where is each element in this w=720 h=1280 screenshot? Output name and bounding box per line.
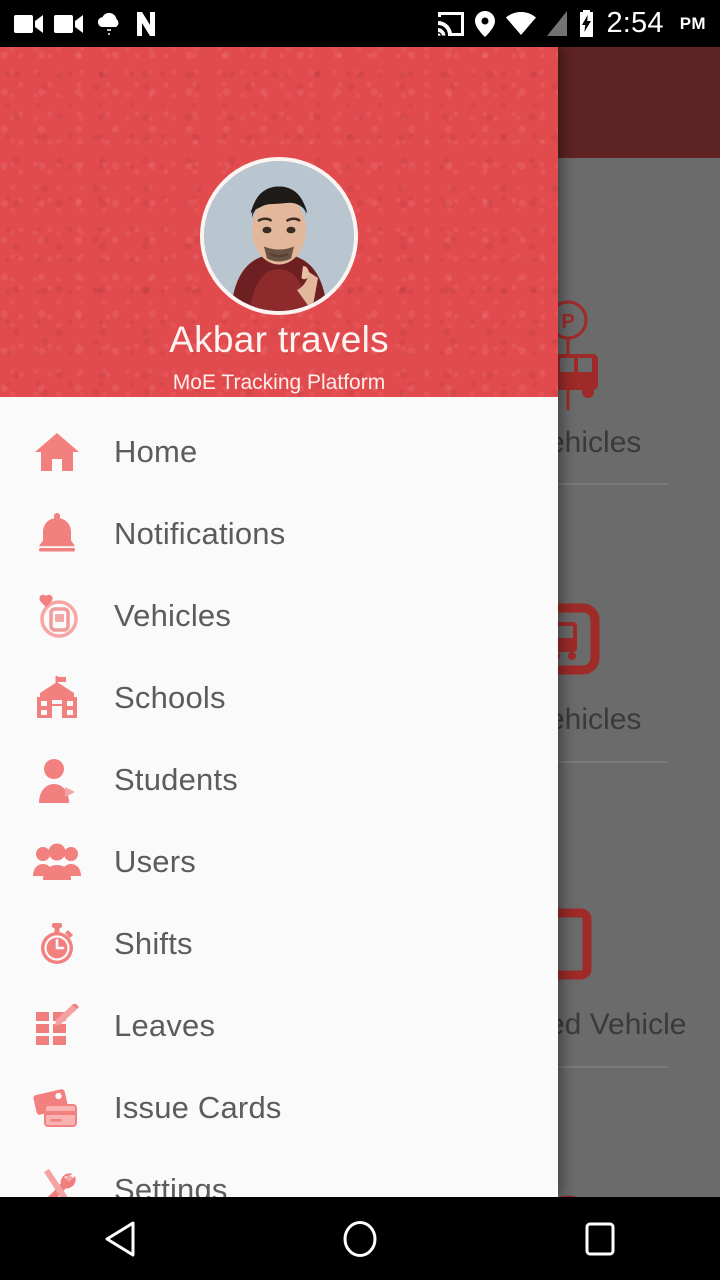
drawer-item-label: Issue Cards xyxy=(114,1090,282,1125)
status-bar-left-icons xyxy=(0,11,158,37)
rectangle-outline-icon xyxy=(524,903,635,1008)
tools-icon xyxy=(30,1163,84,1197)
school-icon xyxy=(30,671,84,725)
dashboard-row-label: ehicles xyxy=(548,703,642,736)
recents-nav-button[interactable] xyxy=(540,1197,660,1280)
wifi-icon xyxy=(506,12,537,35)
videocam-icon xyxy=(14,14,43,33)
drawer-item-label: Leaves xyxy=(114,1008,216,1043)
home-icon xyxy=(30,425,84,479)
bus-box-icon xyxy=(528,598,635,703)
users-group-icon xyxy=(30,835,84,889)
bell-icon xyxy=(30,507,84,561)
status-bar-ampm: PM xyxy=(679,13,706,33)
phone-screen: 2:54 PM P ehicles ehicles ed Vehicle Akb… xyxy=(0,0,720,1280)
drawer-item-label: Vehicles xyxy=(114,598,232,633)
profile-name: Akbar travels xyxy=(169,319,389,360)
drawer-item-home[interactable]: Home xyxy=(0,411,558,493)
drawer-item-notifications[interactable]: Notifications xyxy=(0,493,558,575)
dashboard-row-label: ehicles xyxy=(548,426,642,459)
android-navigation-bar xyxy=(0,1197,720,1280)
location-icon xyxy=(475,10,496,37)
divider xyxy=(558,1066,668,1068)
back-nav-button[interactable] xyxy=(60,1197,180,1280)
drawer-menu-list: Home Notifications Vehicles Schools Stud… xyxy=(0,397,558,1197)
drawer-item-label: Schools xyxy=(114,680,226,715)
drawer-item-students[interactable]: Students xyxy=(0,739,558,821)
signal-icon xyxy=(547,11,568,36)
profile-subtitle: MoE Tracking Platform xyxy=(172,371,386,394)
divider xyxy=(558,483,668,485)
divider xyxy=(558,761,668,763)
nfc-n-icon xyxy=(137,11,155,36)
navigation-drawer[interactable]: Akbar travels MoE Tracking Platform Home… xyxy=(0,47,558,1197)
drawer-item-leaves[interactable]: Leaves xyxy=(0,985,558,1067)
cards-icon xyxy=(30,1081,84,1135)
cloud-sync-icon xyxy=(97,12,119,35)
svg-text:P: P xyxy=(561,311,574,333)
status-bar: 2:54 PM xyxy=(0,0,720,47)
drawer-item-label: Students xyxy=(114,762,238,797)
drawer-header: Akbar travels MoE Tracking Platform xyxy=(0,47,558,397)
drawer-item-label: Shifts xyxy=(114,926,193,961)
drawer-item-label: Settings xyxy=(114,1172,228,1197)
home-nav-button[interactable] xyxy=(300,1197,420,1280)
drawer-item-issue-cards[interactable]: Issue Cards xyxy=(0,1067,558,1149)
status-bar-right-icons: 2:54 PM xyxy=(437,7,720,40)
status-bar-clock: 2:54 xyxy=(606,7,664,39)
cast-icon xyxy=(438,11,465,36)
checklist-icon xyxy=(30,999,84,1053)
drawer-item-label: Notifications xyxy=(114,516,286,551)
stopwatch-icon xyxy=(30,917,84,971)
drawer-item-label: Home xyxy=(114,434,198,469)
battery-charging-icon xyxy=(580,10,594,37)
drawer-item-schools[interactable]: Schools xyxy=(0,657,558,739)
drawer-item-vehicles[interactable]: Vehicles xyxy=(0,575,558,657)
drawer-item-label: Users xyxy=(114,844,196,879)
student-icon xyxy=(30,753,84,807)
profile-avatar[interactable] xyxy=(200,157,358,315)
parked-bus-icon: P xyxy=(536,298,638,433)
videocam-icon xyxy=(54,14,83,33)
dashboard-row-label: ed Vehicle xyxy=(548,1008,687,1041)
drawer-item-shifts[interactable]: Shifts xyxy=(0,903,558,985)
vehicle-tracking-icon xyxy=(30,589,84,643)
drawer-item-users[interactable]: Users xyxy=(0,821,558,903)
drawer-item-settings[interactable]: Settings xyxy=(0,1149,558,1197)
